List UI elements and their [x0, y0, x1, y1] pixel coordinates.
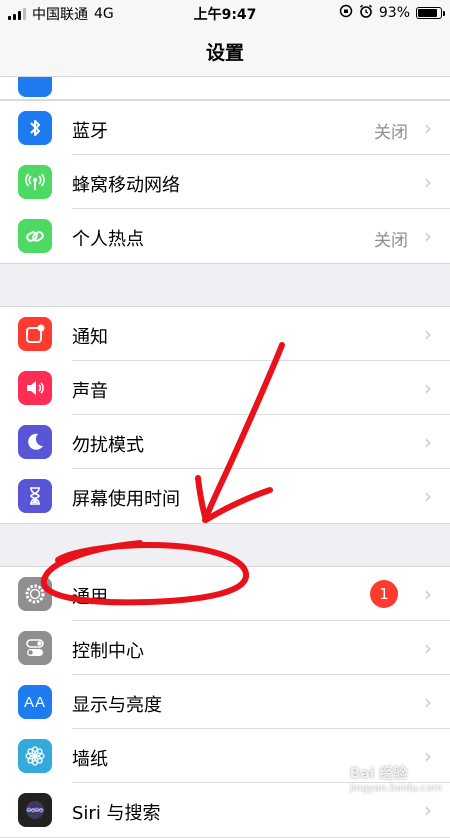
settings-row-label: 个人热点	[72, 229, 144, 250]
cellular-antenna-icon	[18, 165, 52, 199]
settings-row-value: 关闭	[374, 231, 408, 251]
orientation-lock-icon	[339, 4, 353, 22]
chevron-right-icon: ›	[424, 322, 432, 346]
partial-row-icon	[18, 77, 52, 97]
watermark: Bai 经验 jingyan.baidu.com	[350, 763, 442, 794]
settings-row-do-not-disturb[interactable]: 勿扰模式 ›	[0, 415, 450, 469]
settings-group-notifications: 通知 › 声音 › 勿扰模式 › 屏幕使用时间 ›	[0, 306, 450, 524]
settings-row-control-center[interactable]: 控制中心 ›	[0, 621, 450, 675]
settings-row-display-brightness[interactable]: AA 显示与亮度 ›	[0, 675, 450, 729]
settings-row-label: 通知	[72, 327, 108, 348]
text-size-icon: AA	[18, 685, 52, 719]
settings-row-bluetooth[interactable]: 蓝牙 关闭 ›	[0, 101, 450, 155]
settings-row-hotspot[interactable]: 个人热点 关闭 ›	[0, 209, 450, 263]
settings-row-value: 关闭	[374, 123, 408, 143]
status-right: 93%	[339, 4, 445, 22]
settings-row-label: 勿扰模式	[72, 435, 144, 456]
alarm-icon	[359, 4, 373, 22]
watermark-url: jingyan.baidu.com	[349, 783, 442, 794]
chevron-right-icon: ›	[424, 430, 432, 454]
chevron-right-icon: ›	[424, 582, 432, 606]
chevron-right-icon: ›	[424, 224, 432, 248]
chevron-right-icon: ›	[424, 636, 432, 660]
settings-row-label: Siri 与搜索	[72, 803, 161, 824]
settings-row-cellular[interactable]: 蜂窝移动网络 ›	[0, 155, 450, 209]
settings-row-sounds[interactable]: 声音 ›	[0, 361, 450, 415]
settings-row-label: 屏幕使用时间	[72, 489, 180, 510]
settings-row-notifications[interactable]: 通知 ›	[0, 307, 450, 361]
settings-list: 蓝牙 关闭 › 蜂窝移动网络 › 个人热点 关闭 › 通知 › 声音 › 勿扰模…	[0, 77, 450, 838]
settings-row-label: 显示与亮度	[72, 695, 162, 716]
chevron-right-icon: ›	[424, 484, 432, 508]
settings-row-label: 控制中心	[72, 641, 144, 662]
bluetooth-icon	[18, 111, 52, 145]
partial-row-top[interactable]	[0, 77, 450, 100]
flower-icon	[18, 739, 52, 773]
chevron-right-icon: ›	[424, 170, 432, 194]
text-size-glyph: AA	[23, 693, 46, 711]
settings-row-label: 通用	[72, 587, 108, 608]
moon-icon	[18, 425, 52, 459]
settings-row-label: 声音	[72, 381, 108, 402]
settings-row-label: 蜂窝移动网络	[72, 175, 180, 196]
update-badge: 1	[370, 580, 398, 608]
settings-row-screen-time[interactable]: 屏幕使用时间 ›	[0, 469, 450, 523]
chevron-right-icon: ›	[424, 690, 432, 714]
settings-row-label: 蓝牙	[72, 121, 108, 142]
settings-group-connectivity: 蓝牙 关闭 › 蜂窝移动网络 › 个人热点 关闭 ›	[0, 100, 450, 264]
speaker-icon	[18, 371, 52, 405]
page-title: 设置	[205, 42, 244, 64]
settings-group-general: 通用 1 › 控制中心 › AA 显示与亮度 › 墙纸 › Siri 与搜索 ›	[0, 566, 450, 838]
navigation-bar: 设置	[0, 26, 450, 77]
watermark-text: Bai 经验	[349, 766, 408, 782]
toggles-icon	[18, 631, 52, 665]
hourglass-icon	[18, 479, 52, 513]
battery-icon	[416, 7, 445, 19]
chevron-right-icon: ›	[424, 376, 432, 400]
chevron-right-icon: ›	[424, 798, 432, 822]
notifications-icon	[18, 317, 52, 351]
gear-icon	[18, 577, 52, 611]
chevron-right-icon: ›	[424, 116, 432, 140]
status-bar: 中国联通 4G 上午9:47 93%	[0, 0, 450, 26]
battery-percent: 93%	[378, 5, 410, 21]
hotspot-link-icon	[18, 219, 52, 253]
settings-row-label: 墙纸	[72, 749, 108, 770]
siri-icon	[18, 793, 52, 827]
settings-row-general[interactable]: 通用 1 ›	[0, 567, 450, 621]
